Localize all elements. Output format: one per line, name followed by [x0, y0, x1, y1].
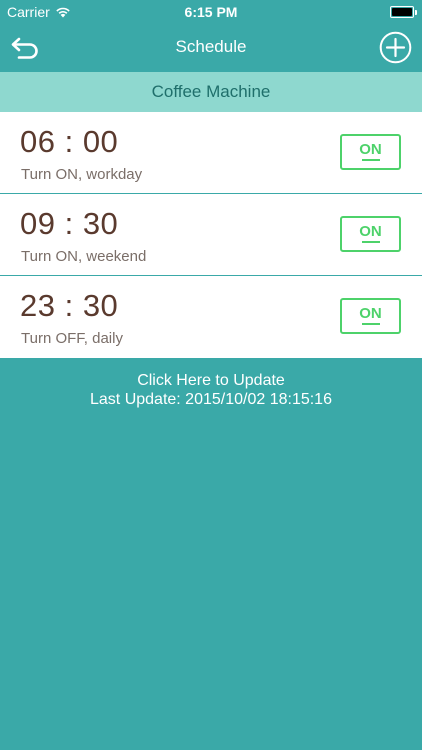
schedule-description: Turn ON, weekend	[21, 248, 147, 265]
toggle-underline	[361, 159, 380, 161]
toggle-label: ON	[359, 305, 382, 322]
device-name-bar: Coffee Machine	[0, 72, 422, 112]
schedule-item[interactable]: 06 : 00 Turn ON, workday ON	[0, 112, 422, 194]
last-update-text: Last Update: 2015/10/02 18:15:16	[90, 391, 332, 408]
page-title: Schedule	[175, 37, 247, 56]
schedule-time: 23 : 30	[20, 288, 119, 323]
schedule-description: Turn ON, workday	[21, 166, 143, 183]
navigation-bar: Schedule	[0, 24, 422, 72]
plus-circle-icon	[379, 31, 412, 64]
schedule-time: 09 : 30	[20, 206, 119, 241]
add-schedule-button[interactable]	[379, 31, 412, 64]
toggle-label: ON	[359, 223, 382, 240]
schedule-item[interactable]: 23 : 30 Turn OFF, daily ON	[0, 276, 422, 358]
update-area: Click Here to Update Last Update: 2015/1…	[0, 371, 422, 409]
status-bar: Carrier 6:15 PM	[0, 0, 422, 24]
battery-icon	[390, 6, 417, 18]
schedule-toggle[interactable]: ON	[340, 298, 401, 334]
schedule-toggle[interactable]: ON	[340, 134, 401, 170]
schedule-item[interactable]: 09 : 30 Turn ON, weekend ON	[0, 194, 422, 276]
toggle-label: ON	[359, 141, 382, 158]
status-time: 6:15 PM	[184, 4, 238, 20]
schedule-list: 06 : 00 Turn ON, workday ON 09 : 30 Turn…	[0, 112, 422, 358]
schedule-description: Turn OFF, daily	[21, 330, 123, 347]
toggle-underline	[361, 241, 380, 243]
schedule-time: 06 : 00	[20, 124, 119, 159]
device-name: Coffee Machine	[151, 82, 271, 101]
update-link[interactable]: Click Here to Update	[0, 371, 422, 390]
schedule-toggle[interactable]: ON	[340, 216, 401, 252]
toggle-underline	[361, 323, 380, 325]
